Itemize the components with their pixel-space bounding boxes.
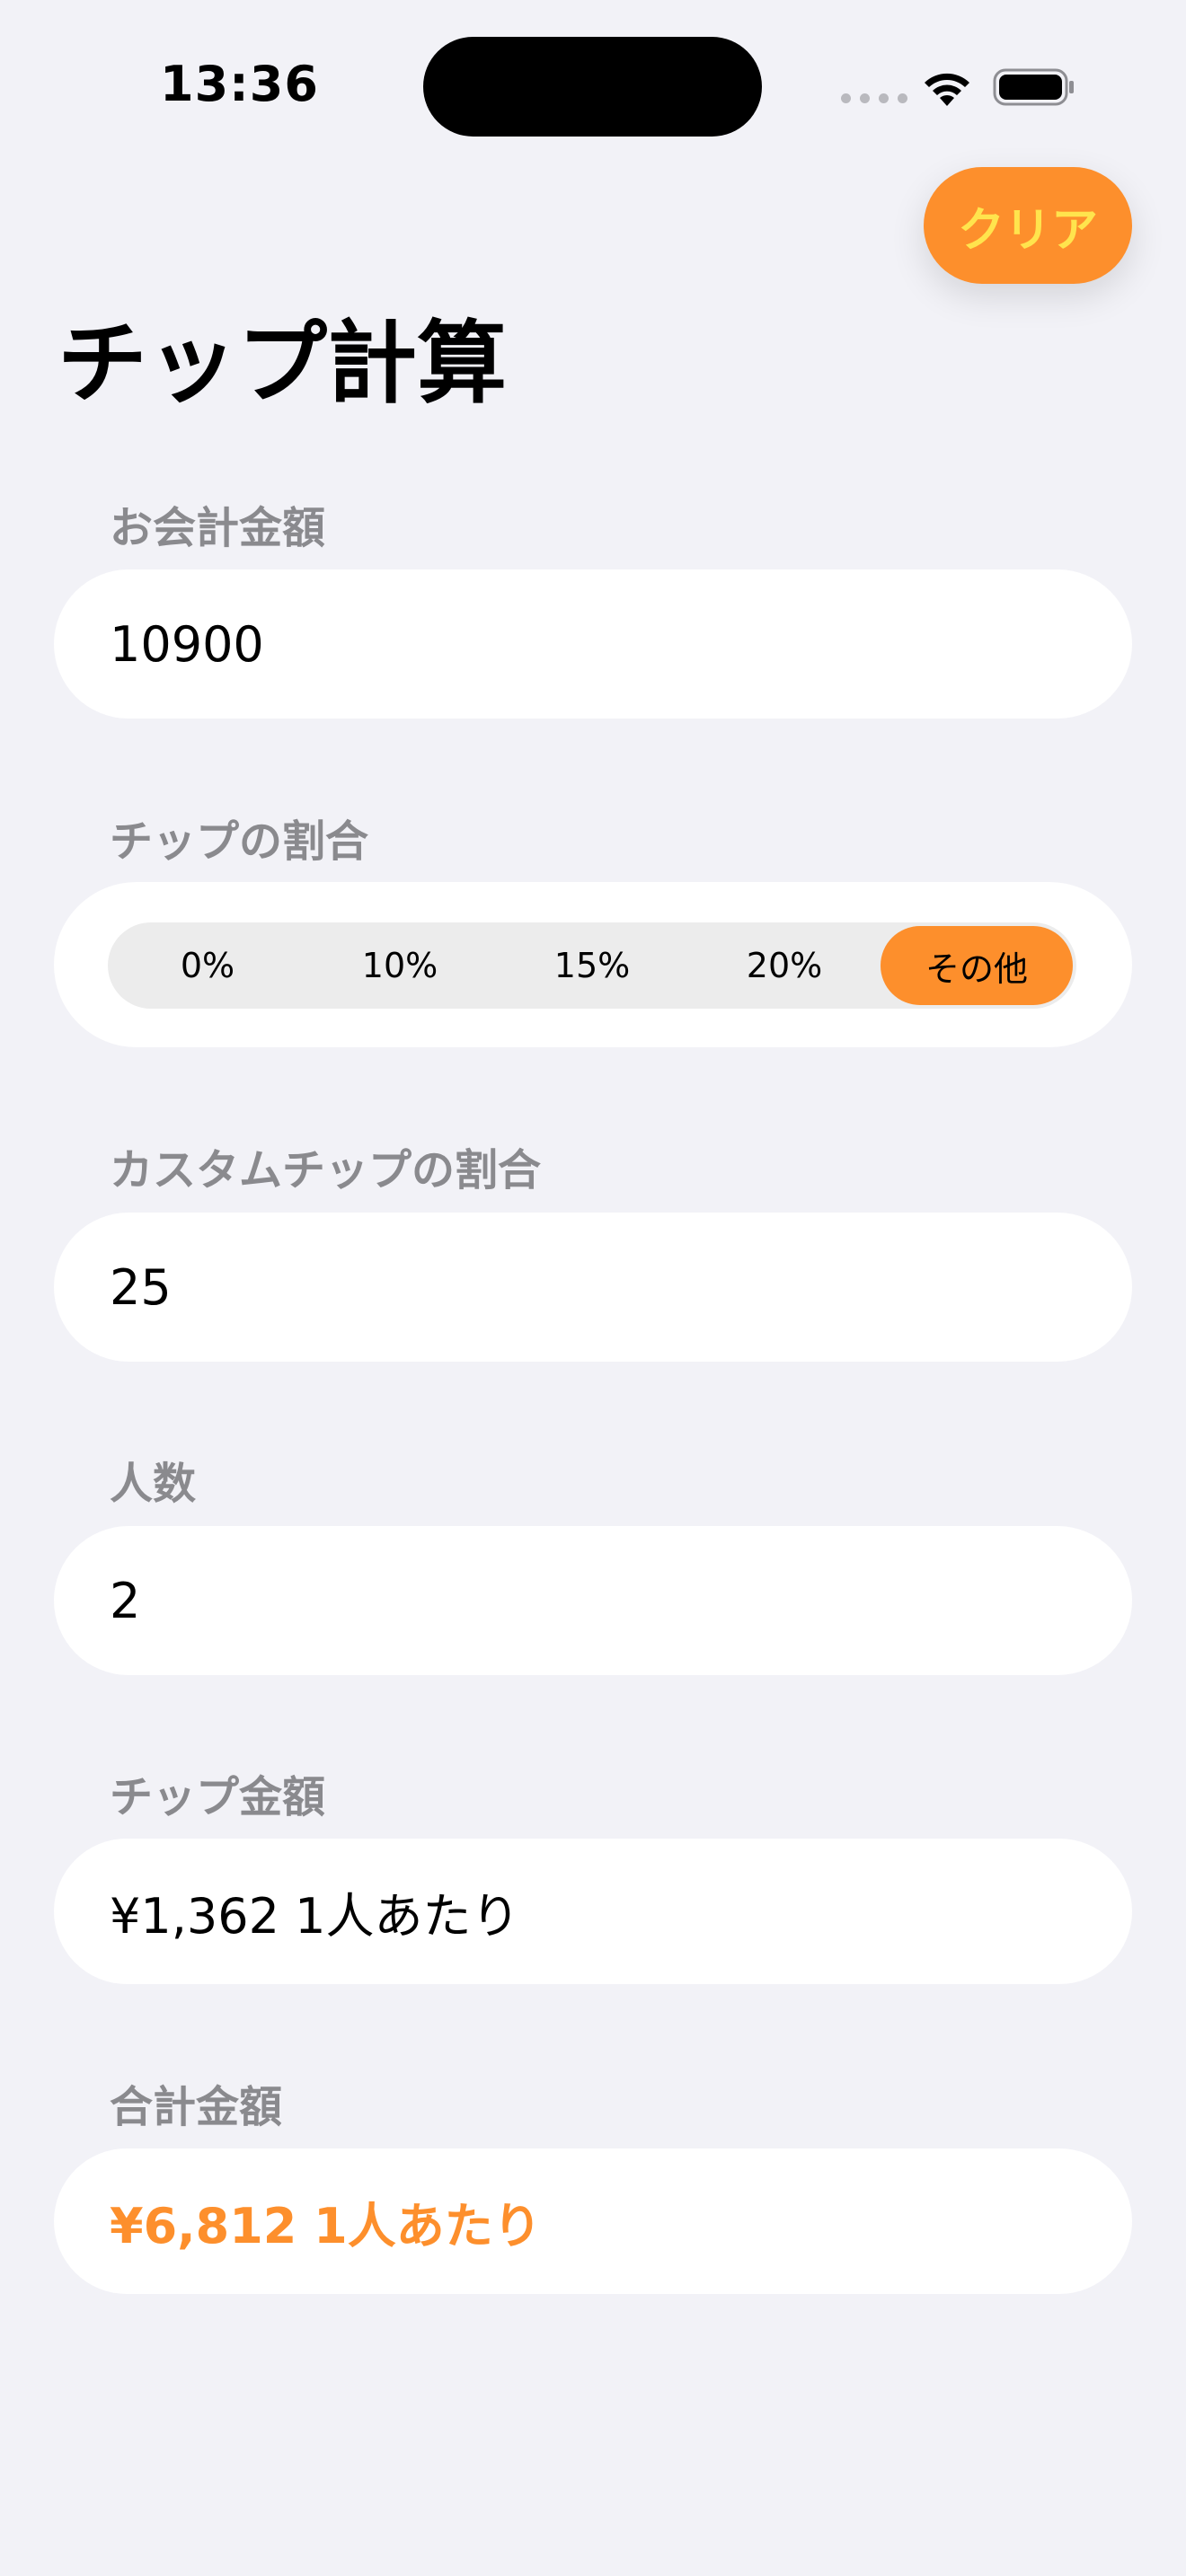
battery-icon [993,68,1074,106]
total-amount-label: 合計金額 [110,2082,283,2132]
status-time: 13:36 [160,56,319,112]
wifi-icon [925,73,969,106]
bill-label: お会計金額 [110,503,326,553]
tip-option-20[interactable]: 20% [688,926,881,1005]
tip-rate-label: チップの割合 [110,816,369,867]
tip-option-15[interactable]: 15% [496,926,688,1005]
tip-amount-value: ¥1,362 1人あたり [54,1839,1132,1984]
tip-rate-card: 0% 10% 15% 20% その他 [54,882,1132,1047]
people-label: 人数 [110,1459,197,1509]
custom-tip-input[interactable]: 25 [54,1213,1132,1362]
cellular-signal-icon [841,93,907,103]
page-title: チップ計算 [58,311,507,416]
tip-amount-label: チップ金額 [110,1772,326,1822]
total-amount-value: ¥6,812 1人あたり [54,2148,1132,2294]
people-count-input[interactable]: 2 [54,1526,1132,1675]
clear-button[interactable]: クリア [924,167,1132,284]
custom-tip-label: カスタムチップの割合 [110,1145,542,1195]
tip-rate-segmented-control: 0% 10% 15% 20% その他 [108,922,1076,1009]
tip-option-0[interactable]: 0% [111,926,304,1005]
bill-amount-input[interactable]: 10900 [54,569,1132,719]
tip-option-10[interactable]: 10% [304,926,496,1005]
dynamic-island [423,37,762,137]
tip-option-other[interactable]: その他 [881,926,1073,1005]
